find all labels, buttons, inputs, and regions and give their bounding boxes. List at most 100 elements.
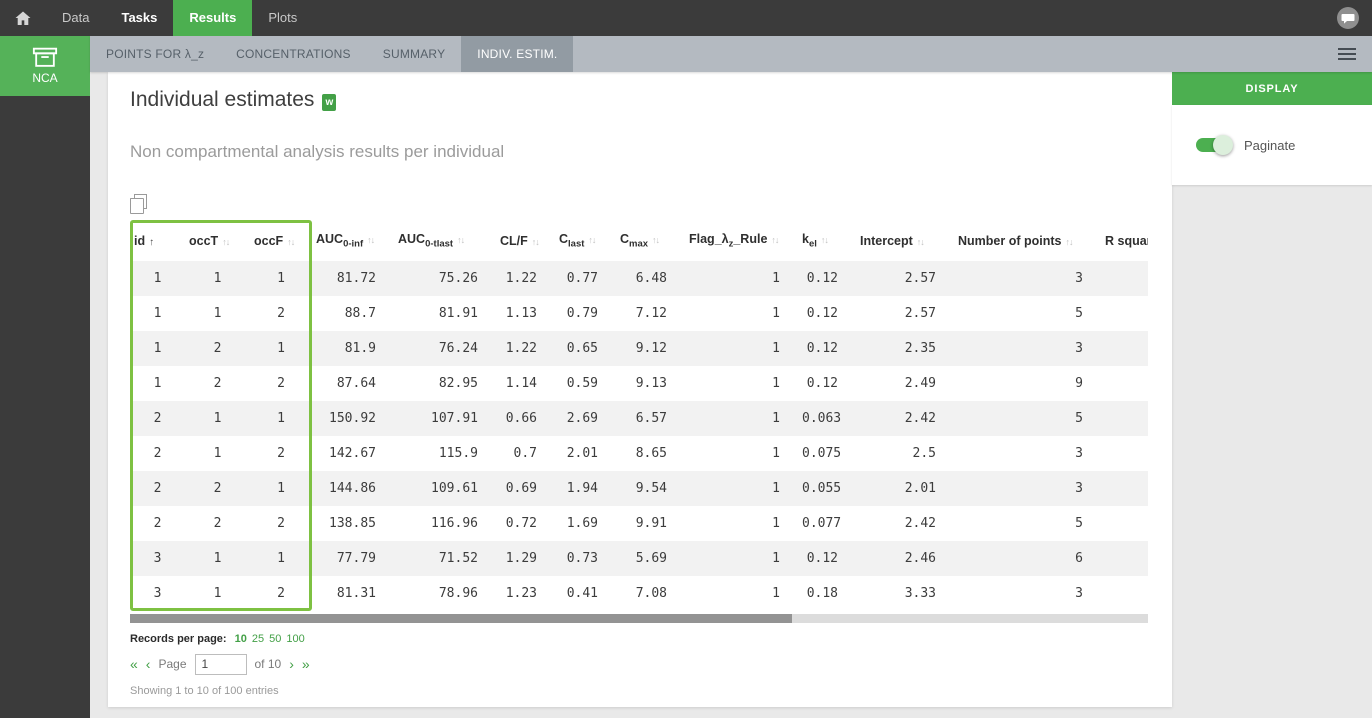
table-row: 1 1 2 88.7 81.91 1.13 0.79 7.12 1 0.12 2.57 5 xyxy=(130,296,1148,331)
cell-r-squared xyxy=(1101,261,1148,296)
cell-k-el: 0.12 xyxy=(806,305,838,321)
table-row: 1 2 1 81.9 76.24 1.22 0.65 9.12 1 0.12 2.35 3 xyxy=(130,330,1148,366)
records-option-50[interactable]: 50 xyxy=(269,633,281,645)
cell-auc-0-tlast: 116.96 xyxy=(431,515,478,531)
records-option-25[interactable]: 25 xyxy=(252,633,264,645)
cell-auc-0-tlast: 71.52 xyxy=(438,550,478,566)
cell-r-squared xyxy=(1101,506,1148,541)
results-table: id ↑ occT ↑↓ occF ↑↓ AUC0-inf ↑↓ AUC0-tlast ↑↓ CL/… xyxy=(130,220,1148,611)
cell-number-of-points: 6 xyxy=(1075,550,1083,566)
cell-cl-f: 1.14 xyxy=(505,375,537,391)
column-header-flag-lambda-z-rule[interactable]: Flag_λz_Rule ↑↓ xyxy=(685,220,798,261)
cell-number-of-points: 3 xyxy=(1075,585,1083,601)
cell-k-el: 0.075 xyxy=(802,445,842,461)
sort-both-icon: ↑↓ xyxy=(652,235,660,245)
topbar-item-tasks[interactable]: Tasks xyxy=(105,0,173,36)
cell-cl-f: 0.69 xyxy=(505,480,537,496)
column-header-occf[interactable]: occF ↑↓ xyxy=(250,220,312,261)
next-page-button[interactable]: › xyxy=(289,657,294,671)
tab-points-for-z[interactable]: POINTS FOR λ_z xyxy=(90,36,220,72)
chat-button[interactable] xyxy=(1336,6,1360,30)
first-page-button[interactable]: « xyxy=(130,657,138,671)
cell-k-el: 0.12 xyxy=(806,375,838,391)
paginate-label: Paginate xyxy=(1244,137,1296,153)
cell-occf: 1 xyxy=(277,480,285,496)
cell-intercept: 2.49 xyxy=(904,375,936,391)
column-header-k-el[interactable]: kel ↑↓ xyxy=(798,220,856,261)
cell-c-last: 0.77 xyxy=(566,270,598,286)
cell-auc-0-tlast: 75.26 xyxy=(438,270,478,286)
cell-auc-0-inf: 144.86 xyxy=(329,480,376,496)
cell-k-el: 0.18 xyxy=(806,585,838,601)
table-row: 1 1 1 81.72 75.26 1.22 0.77 6.48 1 0.12 2.57 3 xyxy=(130,260,1148,296)
cell-r-squared xyxy=(1101,366,1148,401)
cell-occf: 2 xyxy=(277,445,285,461)
cell-occt: 1 xyxy=(213,585,222,601)
subtitle: Non compartmental analysis results per i… xyxy=(130,142,505,161)
cell-cl-f: 1.13 xyxy=(505,305,537,321)
records-option-10[interactable]: 10 xyxy=(235,633,247,645)
cell-r-squared xyxy=(1101,471,1148,506)
records-per-page: Records per page: 10 25 50 100 xyxy=(130,633,1148,645)
tab-indiv-estim[interactable]: INDIV. ESTIM. xyxy=(461,36,574,72)
sidebar-item-nca[interactable]: NCA xyxy=(0,36,90,96)
cell-occt: 1 xyxy=(213,305,222,321)
prev-page-button[interactable]: ‹ xyxy=(146,657,151,671)
tab-summary[interactable]: SUMMARY xyxy=(367,36,462,72)
page-input[interactable] xyxy=(194,653,247,675)
cell-intercept: 3.33 xyxy=(904,585,936,601)
table-row: 2 2 1 144.86 109.61 0.69 1.94 9.54 1 0.055 2.01 3 xyxy=(130,470,1148,506)
cell-occf: 1 xyxy=(277,270,285,286)
home-button[interactable] xyxy=(0,0,46,36)
column-header-r-squared[interactable]: R squared↑↓ xyxy=(1101,220,1148,261)
column-header-id[interactable]: id ↑ xyxy=(130,220,185,261)
page-label: Page xyxy=(158,657,187,671)
page-title: Individual estimates xyxy=(130,88,315,111)
sort-both-icon: ↑↓ xyxy=(457,235,465,245)
topbar-item-data[interactable]: Data xyxy=(46,0,105,36)
topbar-item-results[interactable]: Results xyxy=(173,0,253,36)
cell-r-squared xyxy=(1101,331,1148,366)
cell-flag-lambda-z-rule: 1 xyxy=(772,305,780,321)
cell-intercept: 2.42 xyxy=(904,515,936,531)
cell-occf: 2 xyxy=(277,515,285,531)
cell-number-of-points: 3 xyxy=(1075,480,1083,496)
pager: « ‹ Page of 10 › » xyxy=(130,653,1148,675)
menu-button[interactable] xyxy=(1338,36,1372,72)
records-option-100[interactable]: 100 xyxy=(286,633,304,645)
cell-occf: 1 xyxy=(277,550,285,566)
column-header-c-max[interactable]: Cmax ↑↓ xyxy=(616,220,685,261)
cell-flag-lambda-z-rule: 1 xyxy=(772,445,780,461)
table-body: 1 1 1 81.72 75.26 1.22 0.77 6.48 1 0.12 2.57 3 1 1 2 88… xyxy=(130,260,1148,611)
tab-concentrations[interactable]: CONCENTRATIONS xyxy=(220,36,367,72)
cell-c-last: 1.69 xyxy=(566,515,598,531)
column-header-cl-f[interactable]: CL/F ↑↓ xyxy=(496,220,555,261)
home-icon xyxy=(15,11,31,25)
sort-both-icon: ↑↓ xyxy=(1065,236,1073,247)
horizontal-scrollbar[interactable] xyxy=(130,613,1148,623)
paginate-toggle[interactable] xyxy=(1196,135,1233,155)
cell-c-last: 0.59 xyxy=(566,375,598,391)
column-header-auc-0-tlast[interactable]: AUC0-tlast ↑↓ xyxy=(394,220,496,261)
scrollbar-thumb[interactable] xyxy=(130,613,792,623)
cell-intercept: 2.01 xyxy=(904,480,936,496)
cell-occf: 2 xyxy=(277,305,285,321)
column-header-auc-0-inf[interactable]: AUC0-inf ↑↓ xyxy=(312,220,394,261)
cell-flag-lambda-z-rule: 1 xyxy=(772,270,780,286)
cell-auc-0-inf: 77.79 xyxy=(336,550,376,566)
topbar-item-plots[interactable]: Plots xyxy=(252,0,313,36)
sort-both-icon: ↑↓ xyxy=(531,236,540,247)
word-export-icon[interactable]: w xyxy=(322,94,337,111)
column-header-occt[interactable]: occT ↑↓ xyxy=(185,220,250,261)
cell-c-last: 1.94 xyxy=(566,480,598,496)
cell-flag-lambda-z-rule: 1 xyxy=(772,410,780,426)
column-header-intercept[interactable]: Intercept ↑↓ xyxy=(856,220,954,261)
cell-number-of-points: 3 xyxy=(1075,340,1083,356)
cell-r-squared xyxy=(1101,401,1148,436)
sort-both-icon: ↑↓ xyxy=(287,236,295,247)
column-header-c-last[interactable]: Clast ↑↓ xyxy=(555,220,616,261)
last-page-button[interactable]: » xyxy=(302,657,310,671)
cell-cl-f: 1.22 xyxy=(505,270,537,286)
column-header-number-of-points[interactable]: Number of points ↑↓ xyxy=(954,220,1101,261)
copy-table-button[interactable] xyxy=(130,192,152,214)
